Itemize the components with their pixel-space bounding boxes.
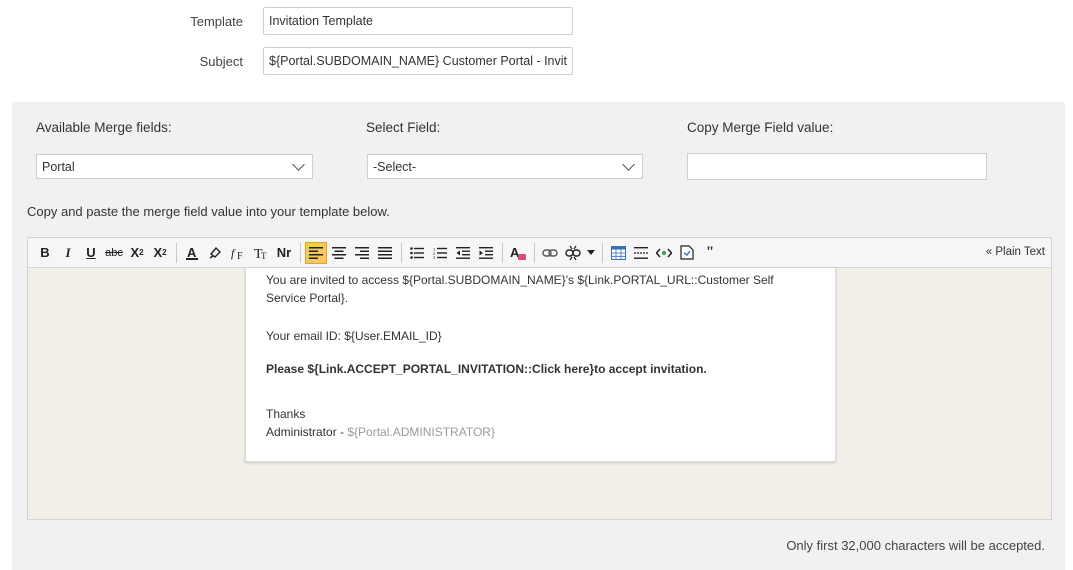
- bold-button[interactable]: B: [34, 242, 56, 264]
- template-row: Template: [0, 7, 573, 35]
- template-label: Template: [190, 13, 243, 29]
- available-merge-fields-select[interactable]: Portal: [36, 154, 313, 179]
- italic-label: I: [65, 244, 71, 260]
- bold-label: B: [40, 245, 50, 260]
- align-right-icon[interactable]: [351, 242, 373, 264]
- svg-text:3: 3: [433, 255, 436, 259]
- blockquote-icon[interactable]: ": [699, 242, 721, 264]
- toolbar-divider: [534, 242, 535, 263]
- svg-text:f: f: [231, 246, 236, 260]
- svg-text:A: A: [187, 245, 197, 260]
- svg-text:F: F: [237, 251, 243, 261]
- editor-toolbar: B I U abc X2 X2 A fF TT Nr 1 2 3 A " « P…: [28, 238, 1051, 268]
- dropdown-arrow-icon[interactable]: [585, 242, 597, 264]
- editor-document[interactable]: You are invited to access ${Portal.SUBDO…: [245, 268, 836, 462]
- doc-spacer: [266, 345, 815, 360]
- align-left-icon[interactable]: [305, 241, 327, 264]
- superscript-button[interactable]: X2: [149, 242, 171, 264]
- font-size-icon[interactable]: TT: [250, 242, 272, 264]
- bullet-list-icon[interactable]: [406, 242, 428, 264]
- subscript-button[interactable]: X2: [126, 242, 148, 264]
- font-family-icon[interactable]: fF: [227, 242, 249, 264]
- doc-line-1: You are invited to access ${Portal.SUBDO…: [266, 273, 774, 287]
- underline-label: U: [86, 245, 96, 260]
- italic-button[interactable]: I: [57, 242, 79, 264]
- doc-email-line: Your email ID: ${User.EMAIL_ID}: [266, 329, 442, 343]
- plain-text-link[interactable]: « Plain Text: [986, 246, 1045, 258]
- source-code-icon[interactable]: [653, 242, 675, 264]
- subject-label: Subject: [199, 53, 243, 69]
- doc-accept-line: Please ${Link.ACCEPT_PORTAL_INVITATION::…: [266, 362, 707, 376]
- select-field-select[interactable]: -Select-: [367, 154, 643, 179]
- rich-text-editor: B I U abc X2 X2 A fF TT Nr 1 2 3 A " « P…: [27, 237, 1052, 520]
- toolbar-divider: [602, 242, 603, 263]
- toolbar-divider: [300, 242, 301, 263]
- highlight-icon[interactable]: [204, 242, 226, 264]
- select-field-value: -Select-: [373, 159, 417, 174]
- doc-admin-prefix: Administrator -: [266, 425, 348, 439]
- doc-admin-field: ${Portal.ADMINISTRATOR}: [347, 425, 495, 439]
- align-center-icon[interactable]: [328, 242, 350, 264]
- doc-admin-line: Administrator - ${Portal.ADMINISTRATOR}: [266, 423, 815, 441]
- template-input[interactable]: [263, 7, 573, 35]
- underline-button[interactable]: U: [80, 242, 102, 264]
- merge-panel: Available Merge fields: Select Field: Co…: [12, 102, 1065, 570]
- copy-merge-field-input[interactable]: [687, 153, 987, 180]
- subscript-label: X: [130, 245, 140, 260]
- numbered-list-icon[interactable]: 123: [429, 242, 451, 264]
- strikethrough-label: abc: [105, 246, 123, 259]
- toolbar-divider: [401, 242, 402, 263]
- indent-icon[interactable]: [475, 242, 497, 264]
- unlink-icon[interactable]: [562, 242, 584, 264]
- copy-merge-field-label: Copy Merge Field value:: [687, 120, 834, 135]
- doc-spacer: [266, 307, 815, 327]
- insert-snippet-icon[interactable]: [676, 242, 698, 264]
- select-field-label: Select Field:: [366, 120, 441, 135]
- available-merge-fields-value: Portal: [42, 159, 75, 174]
- superscript-label: X: [153, 245, 163, 260]
- font-color-icon[interactable]: A: [181, 242, 203, 264]
- doc-thanks-line: Thanks: [266, 407, 306, 421]
- subject-input[interactable]: [263, 47, 573, 75]
- toolbar-divider: [502, 242, 503, 263]
- chevron-down-icon: [622, 157, 635, 171]
- outdent-icon[interactable]: [452, 242, 474, 264]
- instruction-text: Copy and paste the merge field value int…: [27, 204, 390, 219]
- clear-format-icon[interactable]: A: [507, 242, 529, 264]
- svg-text:T: T: [261, 251, 267, 261]
- remove-format-icon[interactable]: Nr: [273, 242, 295, 264]
- subject-row: Subject: [0, 47, 573, 75]
- character-limit-note: Only first 32,000 characters will be acc…: [786, 538, 1045, 553]
- available-merge-fields-label: Available Merge fields:: [36, 120, 172, 135]
- link-icon[interactable]: [539, 242, 561, 264]
- align-justify-icon[interactable]: [374, 242, 396, 264]
- horizontal-rule-icon[interactable]: [630, 242, 652, 264]
- toolbar-divider: [176, 242, 177, 263]
- doc-line-2: Service Portal}.: [266, 291, 349, 305]
- strikethrough-button[interactable]: abc: [103, 242, 125, 264]
- doc-spacer: [266, 378, 815, 405]
- table-icon[interactable]: [607, 242, 629, 264]
- chevron-down-icon: [292, 157, 305, 171]
